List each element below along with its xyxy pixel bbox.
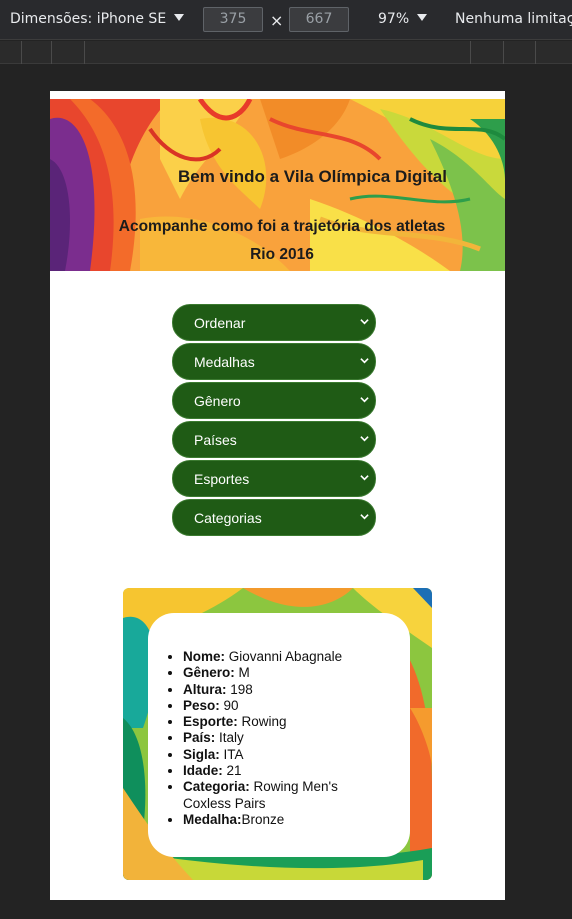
sports-select-label: Esportes [194, 471, 250, 487]
categories-select-label: Categorias [194, 510, 262, 526]
athlete-sport: Rowing [237, 714, 287, 730]
chevron-down-icon [360, 358, 369, 364]
medals-select[interactable]: Medalhas [172, 343, 376, 380]
zoom-label: 97% [378, 11, 410, 27]
categories-select[interactable]: Categorias [172, 499, 376, 536]
athlete-age: 21 [222, 763, 242, 779]
medals-select-label: Medalhas [194, 354, 255, 370]
weight-label: Peso: [183, 697, 220, 713]
page-subtitle: Acompanhe como foi a trajetória dos atle… [118, 218, 446, 263]
list-item: País: Italy [183, 730, 383, 746]
athlete-weight: 90 [219, 697, 239, 713]
athlete-card: Nome: Giovanni Abagnale Gênero: M Altura… [123, 588, 432, 880]
device-viewport: Bem vindo a Vila Olímpica Digital Acompa… [50, 91, 505, 900]
code-label: Sigla: [183, 746, 220, 762]
athlete-details: Nome: Giovanni Abagnale Gênero: M Altura… [148, 613, 410, 857]
sports-select[interactable]: Esportes [172, 460, 376, 497]
chevron-down-icon [360, 436, 369, 442]
device-dimensions-label: Dimensões: iPhone SE [10, 11, 167, 27]
sort-select-label: Ordenar [194, 315, 246, 331]
ruler-segment[interactable] [21, 41, 22, 64]
chevron-down-icon [360, 514, 369, 520]
athlete-gender: M [234, 665, 250, 681]
media-query-ruler [0, 41, 572, 64]
athlete-height: 198 [226, 681, 253, 697]
athlete-code: ITA [219, 746, 244, 762]
category-label: Categoria: [183, 779, 250, 795]
list-item: Gênero: M [183, 665, 383, 681]
gender-label: Gênero: [183, 665, 235, 681]
filter-dropdowns: Ordenar Medalhas Gênero Países Esportes … [172, 304, 376, 538]
devtools-device-toolbar: Dimensões: iPhone SE 375 × 667 97% Nenhu… [0, 0, 572, 40]
chevron-down-icon [360, 319, 369, 325]
caret-down-icon [174, 14, 185, 21]
list-item: Categoria: Rowing Men's Coxless Pairs [183, 779, 383, 812]
countries-select[interactable]: Países [172, 421, 376, 458]
ruler-segment[interactable] [503, 41, 504, 64]
chevron-down-icon [360, 397, 369, 403]
athlete-medal: Bronze [241, 811, 285, 827]
chevron-down-icon [360, 475, 369, 481]
ruler-segment[interactable] [470, 41, 471, 64]
medal-label: Medalha: [183, 811, 242, 827]
list-item: Medalha:Bronze [183, 812, 383, 828]
athlete-name: Giovanni Abagnale [225, 649, 343, 664]
list-item: Idade: 21 [183, 763, 383, 779]
caret-down-icon [417, 14, 428, 21]
sport-label: Esporte: [183, 714, 238, 730]
gender-select-label: Gênero [194, 393, 241, 409]
name-label: Nome: [183, 649, 226, 664]
height-input[interactable]: 667 [289, 7, 349, 32]
list-item: Nome: Giovanni Abagnale [183, 649, 383, 665]
ruler-segment[interactable] [51, 41, 52, 64]
ruler-segment[interactable] [535, 41, 536, 64]
device-dimensions-dropdown[interactable]: Dimensões: iPhone SE [10, 11, 185, 27]
list-item: Sigla: ITA [183, 747, 383, 763]
athlete-country: Italy [215, 730, 244, 746]
width-input[interactable]: 375 [203, 7, 263, 32]
height-label: Altura: [183, 681, 227, 697]
country-label: País: [183, 730, 216, 746]
countries-select-label: Países [194, 432, 237, 448]
ruler-segment[interactable] [84, 41, 85, 64]
athlete-attribute-list: Nome: Giovanni Abagnale Gênero: M Altura… [183, 649, 383, 828]
header-banner: Bem vindo a Vila Olímpica Digital Acompa… [50, 99, 505, 271]
list-item: Esporte: Rowing [183, 714, 383, 730]
sort-select[interactable]: Ordenar [172, 304, 376, 341]
page-title: Bem vindo a Vila Olímpica Digital [178, 167, 447, 186]
throttling-dropdown[interactable]: Nenhuma limitação [455, 11, 572, 27]
list-item: Peso: 90 [183, 698, 383, 714]
times-icon: × [270, 11, 284, 30]
age-label: Idade: [183, 763, 223, 779]
list-item: Altura: 198 [183, 682, 383, 698]
zoom-dropdown[interactable]: 97% [378, 11, 428, 27]
gender-select[interactable]: Gênero [172, 382, 376, 419]
